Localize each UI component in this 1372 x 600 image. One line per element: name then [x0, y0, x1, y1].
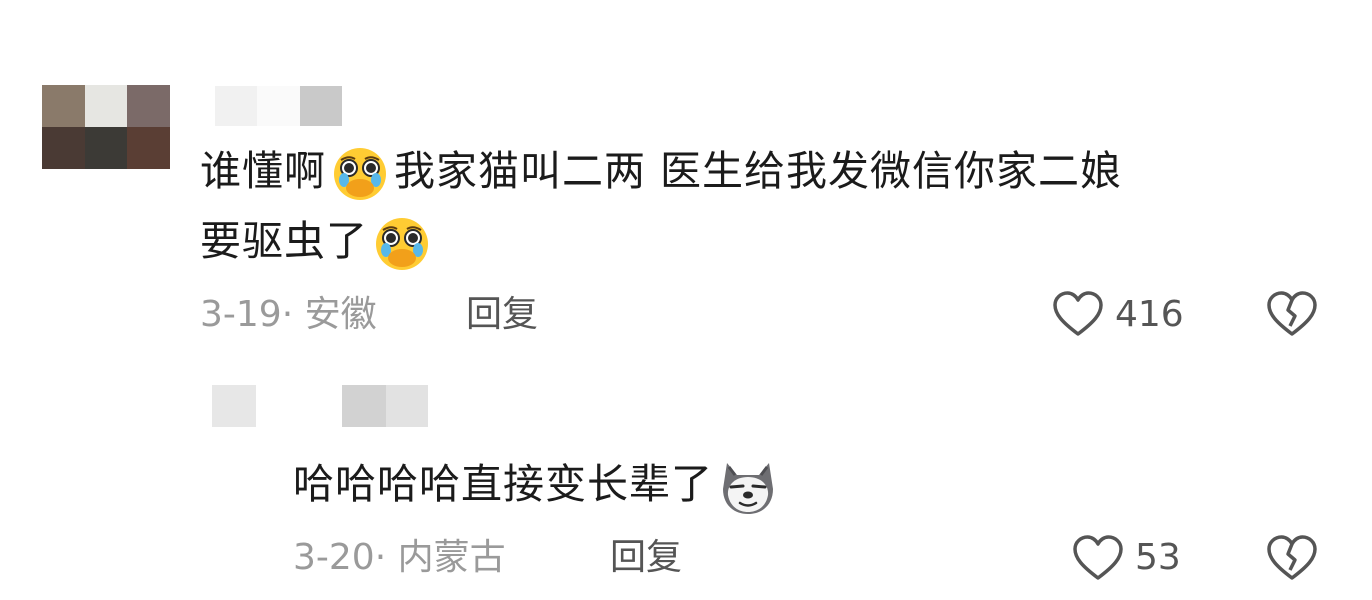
comment-text-part: 我家猫叫二两 医生给我发微信你家二娘 [394, 147, 1123, 195]
broken-heart-icon[interactable] [1266, 534, 1318, 582]
avatar-pixel [42, 127, 85, 169]
avatar-pixel [42, 85, 85, 127]
reply-date: 3-20 [293, 537, 375, 578]
like-count: 416 [1115, 294, 1184, 335]
broken-heart-icon[interactable] [1266, 290, 1318, 338]
reply-text-content: 哈哈哈哈直接变长辈了 [293, 460, 713, 508]
reply-button[interactable]: 回复 [610, 538, 682, 578]
comment-text: 谁懂啊 我家猫叫二两 医生给我发微信你家二娘 [200, 144, 1122, 202]
heart-outline-icon[interactable] [1052, 290, 1104, 338]
avatar[interactable] [42, 85, 170, 169]
avatar-pixel [84, 127, 128, 169]
comment-location: 安徽 [304, 294, 377, 335]
reply-location: 内蒙古 [397, 537, 506, 578]
avatar-pixel [84, 85, 128, 127]
meta-separator: · [281, 294, 294, 335]
avatar-pixel [127, 127, 170, 169]
pleading-face-emoji [328, 146, 392, 202]
pleading-face-emoji [370, 216, 434, 272]
comment-text-line2: 要驱虫了 [200, 214, 434, 272]
comment-text-part: 谁懂啊 [200, 147, 326, 195]
comment-text-part: 要驱虫了 [200, 217, 368, 265]
comment-date: 3-19 [200, 294, 282, 335]
reply-button[interactable]: 回复 [466, 295, 538, 335]
reply-meta: 3-20· 内蒙古 [293, 538, 506, 578]
meta-separator: · [374, 537, 387, 578]
heart-outline-icon[interactable] [1072, 534, 1124, 582]
reply-text: 哈哈哈哈直接变长辈了 [293, 457, 781, 517]
comment-meta: 3-19· 安徽 [200, 295, 377, 335]
like-count: 53 [1135, 537, 1181, 578]
avatar-pixel [127, 85, 170, 127]
doge-emoji [715, 457, 781, 517]
